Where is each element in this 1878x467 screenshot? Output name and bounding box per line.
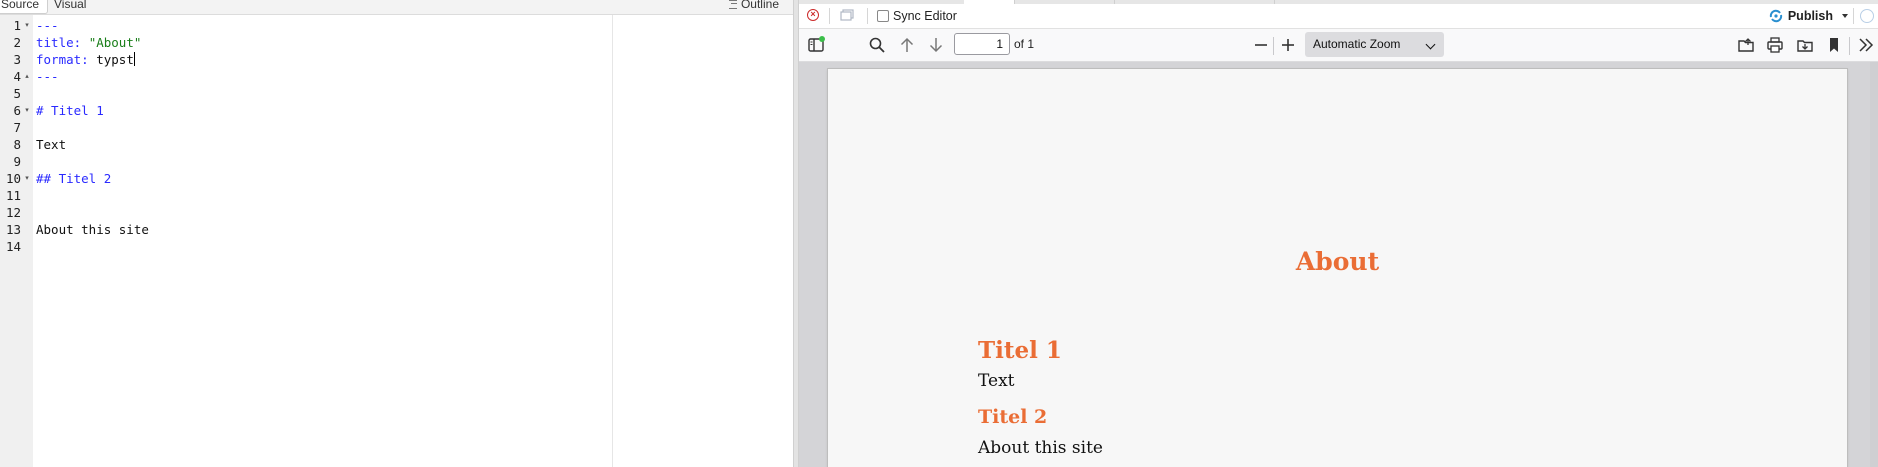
fold-toggle-icon[interactable]: ▾ [23,170,31,187]
sync-editor-label: Sync Editor [893,9,957,23]
toolbar-divider [1849,37,1850,55]
popout-window-icon[interactable] [840,9,854,21]
code-token: Text [36,137,67,152]
open-file-icon[interactable] [1737,36,1755,54]
print-margin-line [612,15,613,467]
code-line[interactable]: Text [36,136,66,153]
code-line[interactable]: About this site [36,221,149,238]
text-cursor [133,52,135,66]
line-number: 5 [13,86,21,101]
refresh-icon[interactable] [1860,9,1874,23]
bookmark-icon[interactable] [1825,36,1843,54]
page-number-input[interactable] [954,33,1010,55]
plus-icon[interactable] [1279,36,1297,54]
line-number-gutter: 1 ▾ 2 3 4 ▴ 5 6 ▾ 7 8 9 10 ▾ 11 12 13 14 [0,15,34,467]
code-line[interactable]: # Titel 1 [36,102,104,119]
code-token: format: [36,52,97,67]
toolbar-divider [1273,37,1274,55]
line-number: 13 [5,222,21,237]
line-number: 2 [13,35,21,50]
print-icon[interactable] [1766,36,1784,54]
line-number: 6 [13,103,21,118]
zoom-select-value: Automatic Zoom [1313,37,1401,51]
fold-toggle-icon[interactable]: ▾ [23,102,31,119]
arrow-down-icon[interactable] [927,36,945,54]
tab-visual-label: Visual [54,0,87,11]
document-heading-2: Titel 2 [978,406,1048,428]
line-number: 11 [5,188,21,203]
document-title: About [1295,247,1380,276]
toolbar-divider [867,8,868,24]
line-number: 9 [13,154,21,169]
line-number: 4 [13,69,21,84]
pdf-viewer-pane: × Sync Editor Publish 1 of 1 Automatic Z… [799,0,1878,467]
line-number: 8 [13,137,21,152]
document-paragraph: Text [978,371,1015,391]
line-number: 12 [5,205,21,220]
code-line[interactable]: title: "About" [36,34,141,51]
page-count-label: of 1 [1014,37,1035,51]
sync-editor-checkbox[interactable] [877,10,889,22]
code-token: --- [36,69,59,84]
minus-icon[interactable] [1252,36,1270,54]
editor-mode-bar: Source Visual Outline [0,0,793,15]
line-number: 14 [5,239,21,254]
save-icon[interactable] [1796,36,1814,54]
line-number: 1 [13,18,21,33]
line-number: 10 [5,171,21,186]
double-chevron-right-icon[interactable] [1857,36,1875,54]
code-token: About this site [36,222,149,237]
publish-icon [1769,9,1782,23]
fold-toggle-icon[interactable]: ▴ [23,68,31,85]
viewer-scrollbar[interactable] [1870,62,1878,467]
pdf-toolbar: of 1 Automatic Zoom [799,29,1878,62]
zoom-select[interactable]: Automatic Zoom [1305,32,1444,57]
sidebar-toggle-icon[interactable] [807,36,825,54]
outline-button[interactable]: Outline [728,0,779,12]
pdf-canvas-area[interactable]: About Titel 1 Text Titel 2 About this si… [799,62,1878,467]
publish-label: Publish [1787,9,1833,23]
outline-icon [728,0,737,9]
sync-editor-toggle[interactable]: Sync Editor [877,8,957,24]
publish-button[interactable]: Publish [1769,8,1848,24]
arrow-up-icon[interactable] [898,36,916,54]
code-token: "About" [88,35,142,50]
code-line[interactable]: --- [36,68,59,85]
code-line[interactable]: --- [36,17,59,34]
fold-toggle-icon[interactable]: ▾ [23,17,31,34]
rstudio-window: Source Visual Outline 1 ▾ 2 3 4 ▴ 5 6 ▾ 7 8 9 10 ▾ 11 1… [0,0,1878,467]
close-icon[interactable]: × [807,9,819,21]
code-token: title: [36,35,89,50]
code-token: --- [36,18,59,33]
code-token: ## Titel 2 [36,171,112,186]
pdf-page: About Titel 1 Text Titel 2 About this si… [828,69,1847,467]
line-number: 3 [13,52,21,67]
document-paragraph: About this site [978,438,1103,458]
outline-label: Outline [740,0,779,11]
toolbar-divider [829,8,830,24]
code-text-area[interactable]: --- title: "About" format: typst --- # Titel… [33,15,611,467]
tab-visual[interactable]: Visual [54,0,86,13]
document-heading-1: Titel 1 [978,337,1062,364]
chevron-down-icon [1425,39,1436,50]
search-icon[interactable] [868,36,886,54]
source-editor-pane: Source Visual Outline 1 ▾ 2 3 4 ▴ 5 6 ▾ 7 8 9 10 ▾ 11 1… [0,0,793,467]
line-number: 7 [13,120,21,135]
viewer-toolbar: × Sync Editor Publish [799,4,1878,29]
code-token: # Titel 1 [36,103,104,118]
code-line[interactable]: ## Titel 2 [36,170,111,187]
tab-source[interactable]: Source [0,0,49,14]
code-line[interactable]: format: typst [36,51,135,68]
toolbar-divider [1853,8,1854,24]
code-token: typst [96,52,134,67]
tab-source-label: Source [1,0,40,11]
chevron-down-icon [1842,14,1848,18]
